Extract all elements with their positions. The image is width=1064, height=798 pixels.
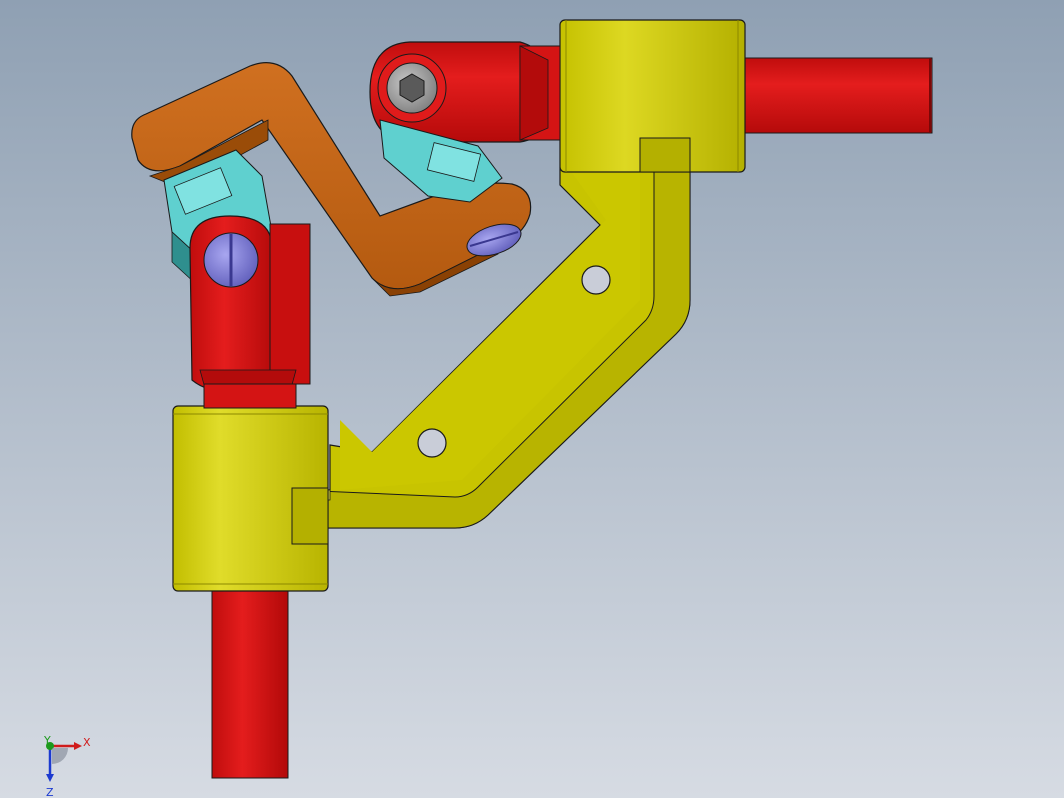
right-red-shaft[interactable] xyxy=(739,57,933,134)
lower-yellow-hub[interactable] xyxy=(172,405,329,592)
hex-socket-screw xyxy=(377,53,447,123)
cad-viewport[interactable]: X Y Z xyxy=(0,0,1064,798)
triad-y-label: Y xyxy=(43,734,51,747)
triad-x-label: X xyxy=(83,736,91,749)
lower-red-yoke[interactable] xyxy=(189,215,311,409)
triad-z-label: Z xyxy=(46,786,54,798)
bracket-hole-lower xyxy=(417,428,447,458)
upper-yellow-hub[interactable] xyxy=(559,19,746,173)
slotted-screw-left xyxy=(203,232,259,288)
bottom-red-shaft[interactable] xyxy=(211,584,289,779)
bracket-hole-upper xyxy=(581,265,611,295)
